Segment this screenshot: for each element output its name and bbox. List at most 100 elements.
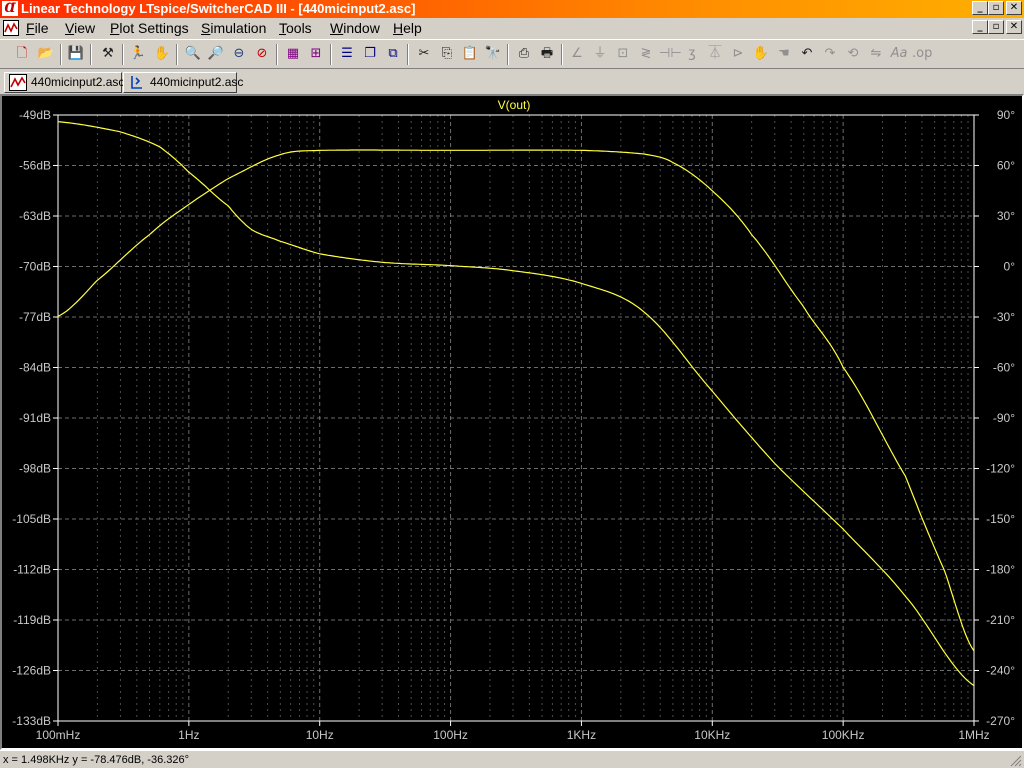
right-tick-label: -120° [986, 462, 1015, 476]
toolbar-separator [122, 44, 124, 65]
mirror-icon[interactable]: ⇋ [866, 44, 886, 64]
tab-label: 440micinput2.asc [31, 75, 125, 89]
toolbar-separator [60, 44, 62, 65]
document-tabs: 440micinput2.asc 440micinput2.asc [0, 70, 1024, 94]
doc-restore-button[interactable]: ▫ [988, 20, 1004, 34]
x-tick-label: 100KHz [822, 728, 865, 742]
label-icon[interactable]: ⊡ [613, 44, 633, 64]
menu-bar: File View Plot Settings Simulation Tools… [0, 18, 1024, 38]
x-tick-label: 1Hz [178, 728, 199, 742]
menu-window[interactable]: Window [330, 20, 380, 36]
resize-grip-icon[interactable] [1010, 755, 1022, 767]
resistor-icon[interactable]: ≷ [636, 44, 656, 64]
right-tick-label: -90° [993, 411, 1015, 425]
run-icon[interactable]: 🏃 [128, 44, 148, 64]
new-schematic-icon[interactable]: 🗋 [12, 44, 32, 64]
left-tick-label: -84dB [19, 361, 51, 375]
zoom-in-icon[interactable]: 🔍 [183, 44, 203, 64]
toolbar-separator [407, 44, 409, 65]
minimize-button[interactable]: _ [972, 1, 988, 15]
ltspice-logo-icon[interactable]: Ɑ [2, 1, 18, 16]
close-button[interactable]: ✕ [1006, 1, 1022, 15]
ground-icon[interactable]: ⏚ [590, 44, 610, 64]
menu-help[interactable]: Help [393, 20, 422, 36]
undo-icon[interactable]: ↶ [797, 44, 817, 64]
phase-trace [57, 121, 975, 687]
text-icon[interactable]: Aa [889, 44, 909, 64]
right-tick-label: -240° [986, 664, 1015, 678]
redo-icon[interactable]: ↷ [820, 44, 840, 64]
plot-canvas[interactable]: -49dB 90° -56dB 60° -63dB 30° -70dB 0° -77dB -30°… [2, 96, 1022, 748]
tab-waveform[interactable]: 440micinput2.asc [4, 72, 125, 93]
inductor-icon[interactable]: ʒ [682, 44, 702, 64]
paste-icon[interactable]: 📋 [460, 44, 480, 64]
x-tick-label: 1KHz [567, 728, 596, 742]
window-title: Linear Technology LTspice/SwitcherCAD II… [21, 1, 416, 16]
grid-icon[interactable]: ⊞ [306, 44, 326, 64]
title-bar: Ɑ Linear Technology LTspice/SwitcherCAD … [0, 0, 1024, 18]
left-tick-label: -105dB [12, 512, 51, 526]
toolbar: 🗋 📂 💾 ⚒ 🏃 ✋ 🔍 🔎 ⊖ ⊘ ▦ ⊞ ☰ ❐ ⧉ ✂ ⎘ 📋 🔭 ⎙ … [0, 39, 1024, 69]
left-tick-label: -98dB [19, 462, 51, 476]
left-tick-label: -112dB [13, 563, 51, 577]
x-tick-label: 10Hz [306, 728, 334, 742]
left-tick-label: -119dB [13, 613, 51, 627]
cascade-icon[interactable]: ❐ [360, 44, 380, 64]
rotate-icon[interactable]: ⟲ [843, 44, 863, 64]
schematic-icon [131, 76, 142, 89]
status-bar: x = 1.498KHz y = -78.476dB, -36.326° [0, 750, 1024, 768]
spice-directive-icon[interactable]: .op [912, 44, 932, 64]
tab-schematic[interactable]: 440micinput2.asc [123, 72, 243, 93]
cursor-readout: x = 1.498KHz y = -78.476dB, -36.326° [3, 754, 190, 766]
menu-plot-settings[interactable]: Plot Settings [110, 20, 189, 36]
x-tick-label: 100Hz [433, 728, 468, 742]
menu-tools[interactable]: Tools [279, 20, 312, 36]
tile-horizontal-icon[interactable]: ☰ [337, 44, 357, 64]
print-icon[interactable]: 🖶 [537, 44, 557, 64]
waveform-icon[interactable] [3, 20, 19, 36]
tile-vertical-icon[interactable]: ⧉ [383, 44, 403, 64]
wire-icon[interactable]: ∠ [567, 44, 587, 64]
autorange-icon[interactable]: ▦ [283, 44, 303, 64]
menu-file[interactable]: File [26, 20, 49, 36]
toolbar-separator [176, 44, 178, 65]
waveform-icon [9, 74, 27, 91]
waveform-plot[interactable]: -49dB 90° -56dB 60° -63dB 30° -70dB 0° -77dB -30°… [2, 96, 1022, 748]
pan-icon[interactable]: ✋ [152, 44, 172, 64]
doc-minimize-button[interactable]: _ [972, 20, 988, 34]
right-tick-label: -210° [986, 613, 1015, 627]
component-icon[interactable]: ⊳ [728, 44, 748, 64]
diode-icon[interactable]: ⏄ [705, 44, 725, 64]
right-tick-label: 60° [997, 159, 1015, 173]
left-tick-label: -70dB [19, 260, 51, 274]
menu-view[interactable]: View [65, 20, 95, 36]
save-icon[interactable]: 💾 [66, 44, 86, 64]
move-icon[interactable]: ✋ [751, 44, 771, 64]
tab-label: 440micinput2.asc [150, 75, 244, 89]
zoom-out-icon[interactable]: 🔎 [206, 44, 226, 64]
right-tick-label: 90° [997, 108, 1015, 122]
grid [57, 114, 975, 722]
x-tick-label: 1MHz [958, 728, 989, 742]
print-setup-icon[interactable]: ⎙ [514, 44, 534, 64]
cut-icon[interactable]: ✂ [414, 44, 434, 64]
x-tick-label: 100mHz [36, 728, 81, 742]
zoom-cancel-icon[interactable]: ⊘ [252, 44, 272, 64]
copy-icon[interactable]: ⎘ [437, 44, 457, 64]
zoom-fit-icon[interactable]: ⊖ [229, 44, 249, 64]
doc-close-button[interactable]: ✕ [1006, 20, 1022, 34]
drag-icon[interactable]: ☚ [774, 44, 794, 64]
right-tick-label: 0° [1004, 260, 1016, 274]
capacitor-icon[interactable]: ⊣⊢ [659, 44, 682, 64]
restore-button[interactable]: ▫ [988, 1, 1004, 15]
trace-title[interactable]: V(out) [498, 98, 531, 112]
left-tick-label: -91dB [19, 411, 51, 425]
right-tick-label: -180° [986, 563, 1015, 577]
traces [57, 121, 975, 687]
right-tick-label: -30° [993, 310, 1015, 324]
control-panel-icon[interactable]: ⚒ [98, 44, 118, 64]
menu-simulation[interactable]: Simulation [201, 20, 266, 36]
right-tick-label: 30° [997, 209, 1015, 223]
find-icon[interactable]: 🔭 [483, 44, 503, 64]
open-icon[interactable]: 📂 [36, 44, 56, 64]
